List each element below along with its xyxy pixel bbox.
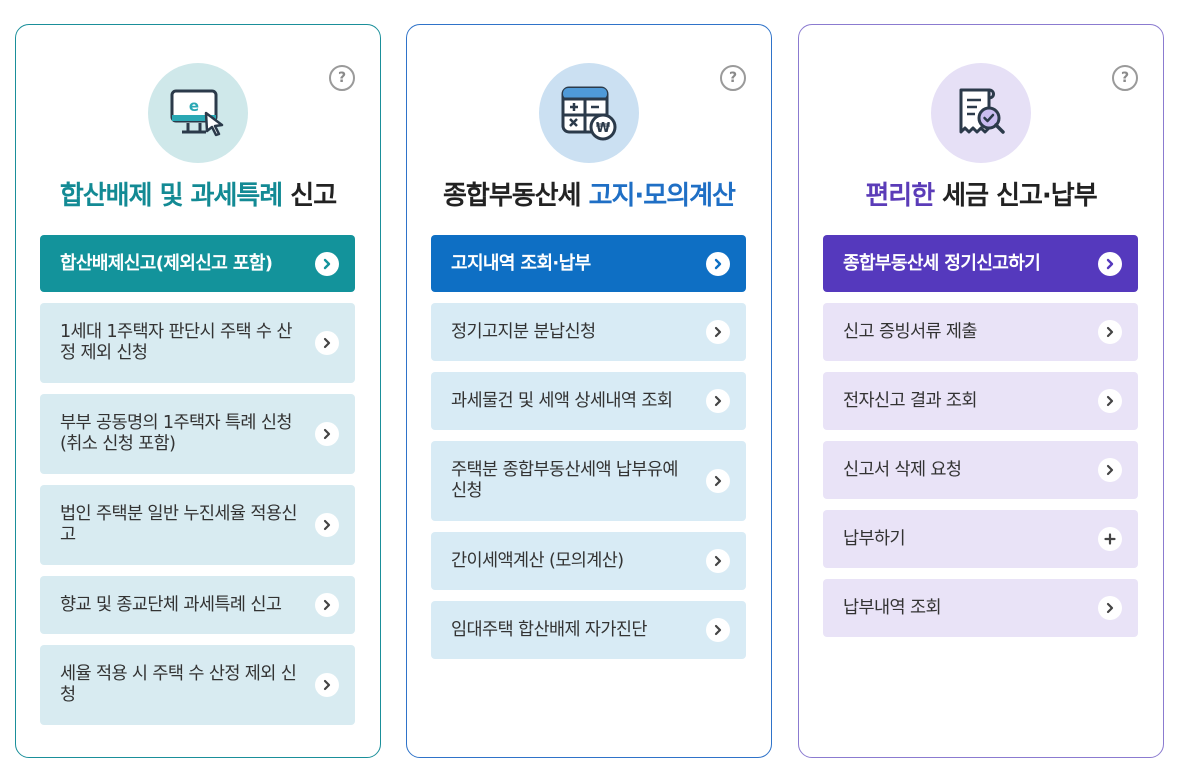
menu-item[interactable]: 납부내역 조회: [823, 579, 1138, 637]
help-icon[interactable]: ?: [329, 65, 355, 91]
button-label: 합산배제신고(제외신고 포함): [60, 253, 273, 274]
card-title: 합산배제 및 과세특례 신고: [16, 175, 380, 212]
menu-item[interactable]: 납부하기: [823, 510, 1138, 568]
menu-list: 합산배제신고(제외신고 포함) 1세대 1주택자 판단시 주택 수 산정 제외 …: [40, 235, 355, 736]
menu-item-label: 간이세액계산 (모의계산): [451, 550, 624, 571]
page: ? e 합산배제 및 과세특례 신고 합산배제신고(제외신고 포함) 1세대 1…: [0, 0, 1182, 772]
menu-item-label: 신고서 삭제 요청: [843, 459, 962, 480]
chevron-right-icon: [706, 469, 730, 493]
e-filing-monitor-icon: e: [148, 63, 248, 163]
chevron-right-icon: [1098, 389, 1122, 413]
menu-item[interactable]: 임대주택 합산배제 자가진단: [431, 601, 746, 659]
menu-item-label: 납부하기: [843, 528, 906, 549]
card-title-highlight: 편리한: [865, 181, 935, 211]
menu-item[interactable]: 1세대 1주택자 판단시 주택 수 산정 제외 신청: [40, 303, 355, 383]
chevron-right-icon: [315, 251, 339, 276]
menu-item[interactable]: 과세물건 및 세액 상세내역 조회: [431, 372, 746, 430]
menu-item[interactable]: 부부 공동명의 1주택자 특례 신청(취소 신청 포함): [40, 394, 355, 474]
button-label: 종합부동산세 정기신고하기: [843, 253, 1041, 274]
chevron-right-icon: [706, 389, 730, 413]
menu-item[interactable]: 전자신고 결과 조회: [823, 372, 1138, 430]
chevron-right-icon: [315, 331, 339, 355]
svg-text:e: e: [189, 97, 199, 115]
plus-icon: [1098, 527, 1122, 551]
menu-list: 고지내역 조회·납부 정기고지분 분납신청 과세물건 및 세액 상세내역 조회 …: [431, 235, 746, 670]
menu-item-label: 전자신고 결과 조회: [843, 390, 978, 411]
chevron-right-icon: [315, 513, 339, 537]
menu-item[interactable]: 주택분 종합부동산세액 납부유예 신청: [431, 441, 746, 521]
card-title-highlight: 고지·모의계산: [588, 181, 736, 211]
chevron-right-icon: [706, 251, 730, 276]
menu-item[interactable]: 정기고지분 분납신청: [431, 303, 746, 361]
help-icon[interactable]: ?: [1112, 65, 1138, 91]
menu-item[interactable]: 신고서 삭제 요청: [823, 441, 1138, 499]
menu-item-label: 신고 증빙서류 제출: [843, 321, 978, 342]
card-title-rest: 종합부동산세: [443, 181, 589, 211]
card-filing-payment: ? 편리한 세금 신고·납부 종합부동산세 정기신고하기 신고 증빙서류 제출: [798, 24, 1164, 758]
card-title-rest: 세금 신고·납부: [934, 181, 1097, 211]
chevron-right-icon: [706, 549, 730, 573]
menu-item[interactable]: 향교 및 종교단체 과세특례 신고: [40, 576, 355, 634]
menu-item[interactable]: 신고 증빙서류 제출: [823, 303, 1138, 361]
menu-list: 종합부동산세 정기신고하기 신고 증빙서류 제출 전자신고 결과 조회 신고서 …: [823, 235, 1138, 648]
menu-item[interactable]: 법인 주택분 일반 누진세율 적용신고: [40, 485, 355, 565]
chevron-right-icon: [315, 422, 339, 446]
menu-item-label: 부부 공동명의 1주택자 특례 신청(취소 신청 포함): [60, 413, 292, 454]
help-icon[interactable]: ?: [720, 65, 746, 91]
svg-text:₩: ₩: [596, 121, 611, 136]
primary-button[interactable]: 종합부동산세 정기신고하기: [823, 235, 1138, 292]
chevron-right-icon: [315, 593, 339, 617]
card-title-rest: 신고: [282, 181, 337, 211]
menu-item-label: 정기고지분 분납신청: [451, 321, 596, 342]
menu-item-label: 납부내역 조회: [843, 597, 942, 618]
chevron-right-icon: [1098, 251, 1122, 276]
menu-item-label: 과세물건 및 세액 상세내역 조회: [451, 390, 673, 411]
menu-item-label: 향교 및 종교단체 과세특례 신고: [60, 594, 282, 615]
primary-button[interactable]: 고지내역 조회·납부: [431, 235, 746, 292]
calculator-won-icon: ₩: [539, 63, 639, 163]
menu-item-label: 1세대 1주택자 판단시 주택 수 산정 제외 신청: [60, 322, 292, 363]
chevron-right-icon: [706, 618, 730, 642]
card-notice-simulation: ? ₩ 종합부동산세 고지·모의계산 고지내역 조회·납부 정기고지분 분납신청…: [406, 24, 772, 758]
menu-item[interactable]: 간이세액계산 (모의계산): [431, 532, 746, 590]
chevron-right-icon: [706, 320, 730, 344]
card-title: 종합부동산세 고지·모의계산: [407, 175, 771, 212]
chevron-right-icon: [1098, 320, 1122, 344]
chevron-right-icon: [1098, 458, 1122, 482]
receipt-search-icon: [931, 63, 1031, 163]
menu-item-label: 주택분 종합부동산세액 납부유예 신청: [451, 460, 679, 501]
menu-item-label: 세율 적용 시 주택 수 산정 제외 신청: [60, 664, 297, 705]
menu-item[interactable]: 세율 적용 시 주택 수 산정 제외 신청: [40, 645, 355, 725]
card-title: 편리한 세금 신고·납부: [799, 175, 1163, 212]
chevron-right-icon: [1098, 596, 1122, 620]
primary-button[interactable]: 합산배제신고(제외신고 포함): [40, 235, 355, 292]
card-title-highlight: 합산배제 및 과세특례: [59, 181, 283, 211]
menu-item-label: 법인 주택분 일반 누진세율 적용신고: [60, 504, 297, 545]
card-exclusion-special: ? e 합산배제 및 과세특례 신고 합산배제신고(제외신고 포함) 1세대 1…: [15, 24, 381, 758]
menu-item-label: 임대주택 합산배제 자가진단: [451, 619, 648, 640]
chevron-right-icon: [315, 673, 339, 697]
button-label: 고지내역 조회·납부: [451, 253, 591, 274]
